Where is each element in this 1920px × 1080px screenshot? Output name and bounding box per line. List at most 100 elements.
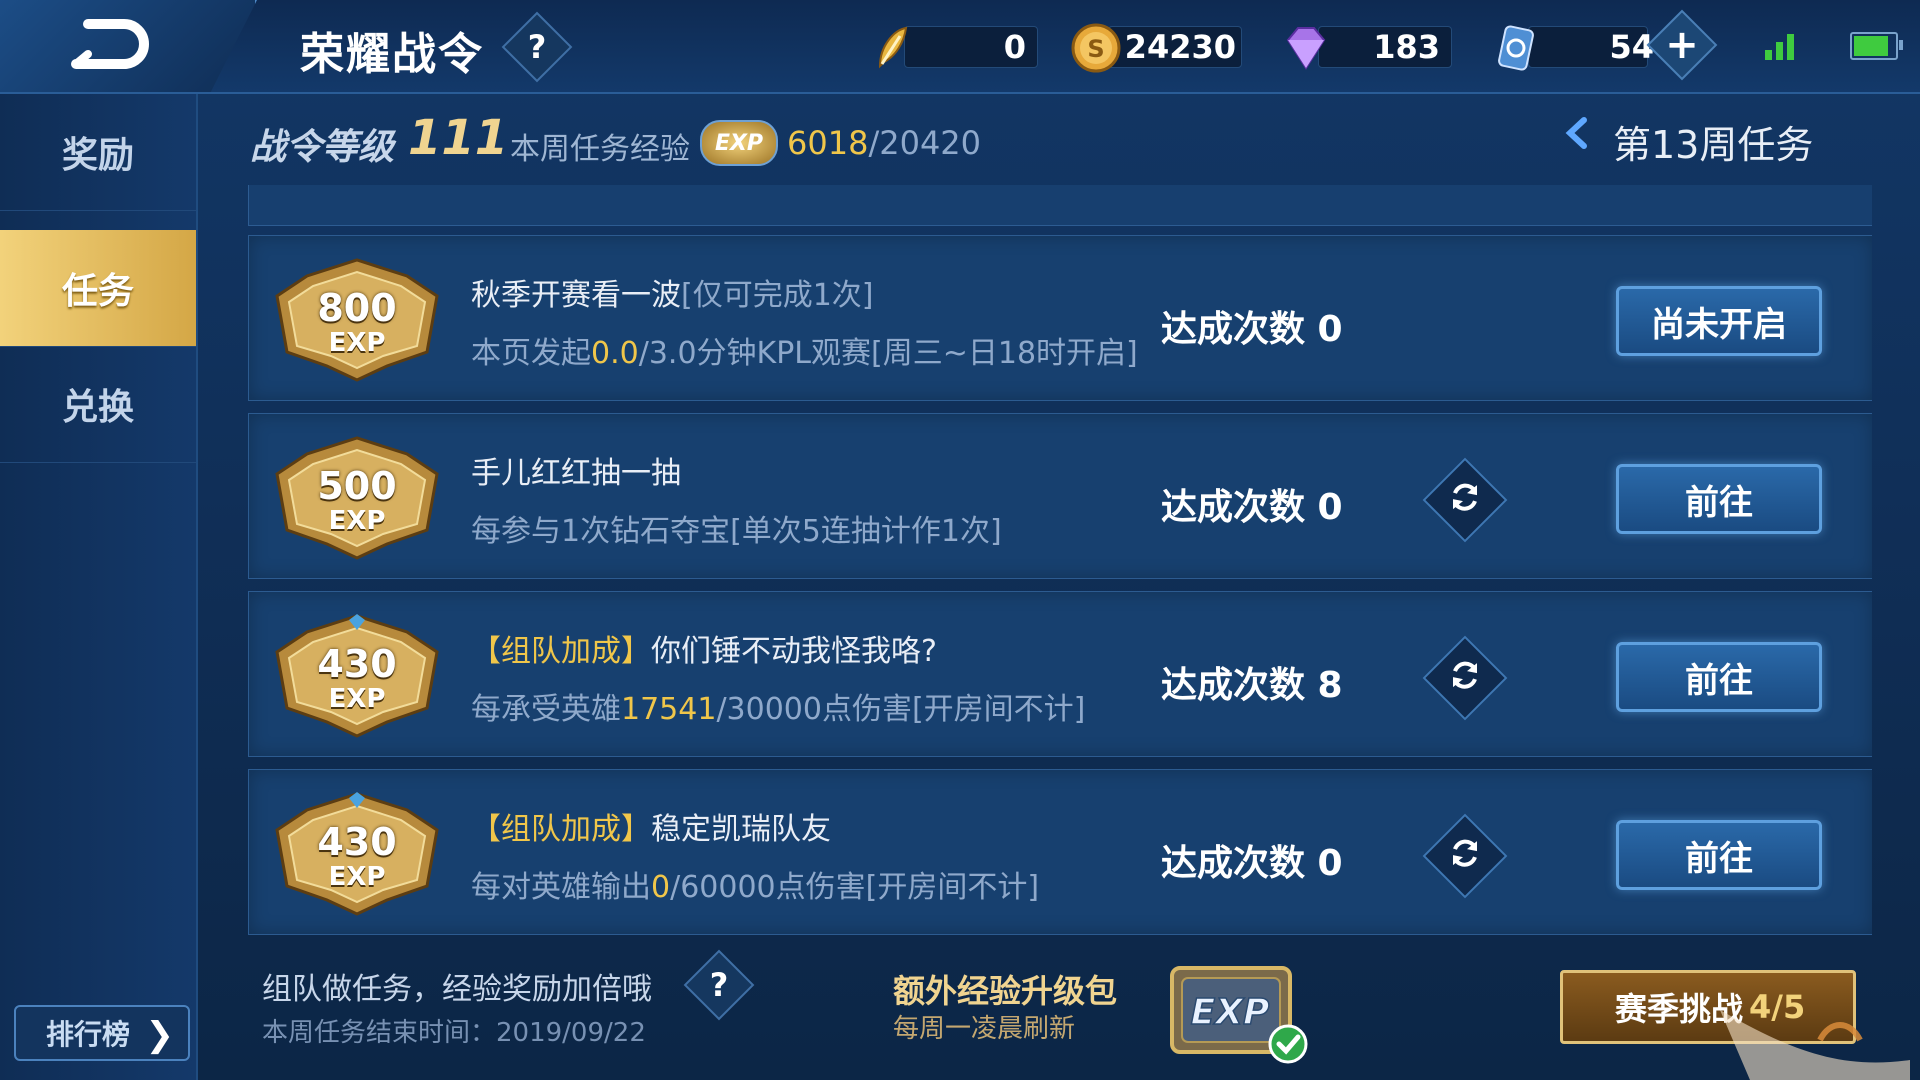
exp-unit: EXP [328, 684, 386, 714]
task-desc-pre: 每对英雄输出 [471, 870, 651, 905]
task-title: 手儿红红抽一抽 [471, 448, 681, 492]
completion-count: 达成次数 0 [1161, 487, 1343, 528]
resource-feather: 0 [866, 22, 1038, 70]
refresh-button[interactable] [1422, 635, 1508, 721]
back-button[interactable] [0, 0, 257, 92]
task-desc-pre: 本页发起 [471, 336, 591, 371]
exp-amount: 500 [317, 464, 397, 508]
sidebar-item-rewards[interactable]: 奖励 [0, 94, 196, 211]
exp-medal-icon: 800 EXP [267, 256, 447, 382]
question-icon: ? [527, 28, 547, 66]
task-progress-value: 0 [651, 870, 671, 905]
exp-unit: EXP [328, 862, 386, 892]
pass-level-label: 战令等级 [250, 127, 395, 168]
task-tag: 【组队加成】 [471, 812, 651, 847]
battery-icon [1850, 32, 1903, 60]
svg-text:S: S [1087, 35, 1104, 63]
exp-badge-icon: EXP [700, 120, 778, 166]
task-card: 800 EXP 秋季开赛看一波[仅可完成1次] 本页发起0.0/3.0分钟KPL… [248, 235, 1872, 401]
task-progress-value: 17541 [621, 692, 717, 727]
completion-count: 达成次数 0 [1161, 309, 1343, 350]
gold-count: 24230 [1124, 28, 1236, 66]
plus-icon: + [1665, 22, 1699, 68]
week-task-selector[interactable]: 第13周任务 [1565, 114, 1813, 169]
week-exp-progress: 6018/20420 [787, 124, 981, 162]
task-card: 500 EXP 手儿红红抽一抽 每参与1次钻石夺宝[单次5连抽计作1次] 达成次… [248, 413, 1872, 579]
task-list[interactable]: 800 EXP 秋季开赛看一波[仅可完成1次] 本页发起0.0/3.0分钟KPL… [248, 185, 1872, 935]
go-button[interactable]: 前往 [1616, 464, 1822, 534]
exp-pack-title: 额外经验升级包 [893, 972, 1118, 1010]
exp-amount: 430 [317, 642, 397, 686]
help-button[interactable]: ? [501, 11, 573, 83]
refresh-icon [1453, 839, 1477, 867]
sidebar-item-exchange[interactable]: 兑换 [0, 346, 196, 463]
task-title-text: 手儿红红抽一抽 [471, 456, 681, 491]
diamond-count: 183 [1373, 28, 1440, 66]
exp-medal-icon: 430 EXP [267, 612, 447, 738]
exp-medal-icon: 430 EXP [267, 790, 447, 916]
go-button[interactable]: 前往 [1616, 642, 1822, 712]
pass-level-value: 111 [408, 110, 509, 166]
exp-medal-icon: 500 EXP [267, 434, 447, 560]
exp-amount: 800 [317, 286, 397, 330]
task-title: 【组队加成】你们锤不动我怪我咯? [471, 626, 937, 670]
sidebar-item-label: 奖励 [61, 135, 134, 176]
task-card: 430 EXP 【组队加成】你们锤不动我怪我咯? 每承受英雄17541/3000… [248, 591, 1872, 757]
task-title-text: 稳定凯瑞队友 [651, 812, 831, 847]
voucher-count: 54 [1609, 28, 1654, 66]
voucher-icon [1498, 25, 1534, 71]
week-exp-label: 本周任务经验 [510, 132, 690, 167]
week-end-time: 本周任务结束时间：2019/09/22 [262, 1018, 646, 1048]
task-card: 430 EXP 【组队加成】稳定凯瑞队友 每对英雄输出0/60000点伤害[开房… [248, 769, 1872, 935]
task-description: 每承受英雄17541/30000点伤害[开房间不计] [471, 684, 1085, 728]
week-exp-total: /20420 [868, 124, 982, 162]
task-card-partial [248, 185, 1872, 226]
team-help-button[interactable]: ? [683, 949, 755, 1021]
exp-amount: 430 [317, 820, 397, 864]
resource-gold: S 24230 [1070, 22, 1242, 73]
task-description: 每对英雄输出0/60000点伤害[开房间不计] [471, 862, 1039, 906]
team-bonus-hint: 组队做任务，经验奖励加倍哦 [262, 972, 652, 1007]
gold-coin-icon: S [1071, 23, 1121, 73]
page-title: 荣耀战令 [300, 29, 484, 80]
refresh-icon [1453, 661, 1477, 689]
sidebar-item-tasks[interactable]: 任务 [0, 230, 196, 347]
resource-voucher: 54 [1490, 22, 1654, 71]
diamond-icon [1286, 27, 1326, 70]
chevron-left-icon [1565, 117, 1587, 149]
signal-icon [1765, 30, 1805, 60]
task-desc-post: /3.0分钟KPL观赛[周三~日18时开启] [638, 336, 1138, 371]
refresh-button[interactable] [1422, 813, 1508, 899]
task-desc-pre: 每参与1次钻石夺宝[单次5连抽计作1次] [471, 514, 1002, 549]
week-task-label: 第13周任务 [1613, 123, 1814, 167]
refresh-icon [1453, 483, 1477, 511]
task-description: 每参与1次钻石夺宝[单次5连抽计作1次] [471, 506, 1002, 550]
task-desc-pre: 每承受英雄 [471, 692, 621, 727]
task-note: [仅可完成1次] [681, 278, 874, 313]
week-exp-current: 6018 [787, 124, 869, 162]
feather-count: 0 [1003, 28, 1026, 66]
task-desc-post: /60000点伤害[开房间不计] [670, 870, 1040, 905]
task-title-text: 秋季开赛看一波 [471, 278, 681, 313]
task-title-text: 你们锤不动我怪我咯? [651, 634, 937, 669]
sidebar-item-label: 任务 [61, 271, 134, 312]
watermark-logo [1720, 1010, 1910, 1080]
task-tag: 【组队加成】 [471, 634, 651, 669]
exp-pack-chest-icon[interactable]: EXP [1160, 944, 1310, 1066]
task-title: 秋季开赛看一波[仅可完成1次] [471, 270, 874, 314]
back-arrow-icon [71, 19, 149, 69]
ranking-button[interactable]: 排行榜 ❯ [14, 1005, 190, 1061]
exp-unit: EXP [328, 506, 386, 536]
recharge-button[interactable]: + [1646, 9, 1718, 81]
exp-pack-subtitle: 每周一凌晨刷新 [893, 1014, 1076, 1044]
completion-count: 达成次数 0 [1161, 843, 1343, 884]
exp-unit: EXP [328, 328, 386, 358]
refresh-button[interactable] [1422, 457, 1508, 543]
go-button[interactable]: 前往 [1616, 820, 1822, 890]
feather-token-icon [878, 26, 908, 69]
top-bar: 荣耀战令 ? 0 S 24230 183 54 + [0, 0, 1920, 94]
sidebar: 奖励 任务 兑换 [0, 94, 198, 1080]
question-icon: ? [709, 966, 729, 1004]
not-started-button[interactable]: 尚未开启 [1616, 286, 1822, 356]
completion-count: 达成次数 8 [1161, 665, 1343, 706]
